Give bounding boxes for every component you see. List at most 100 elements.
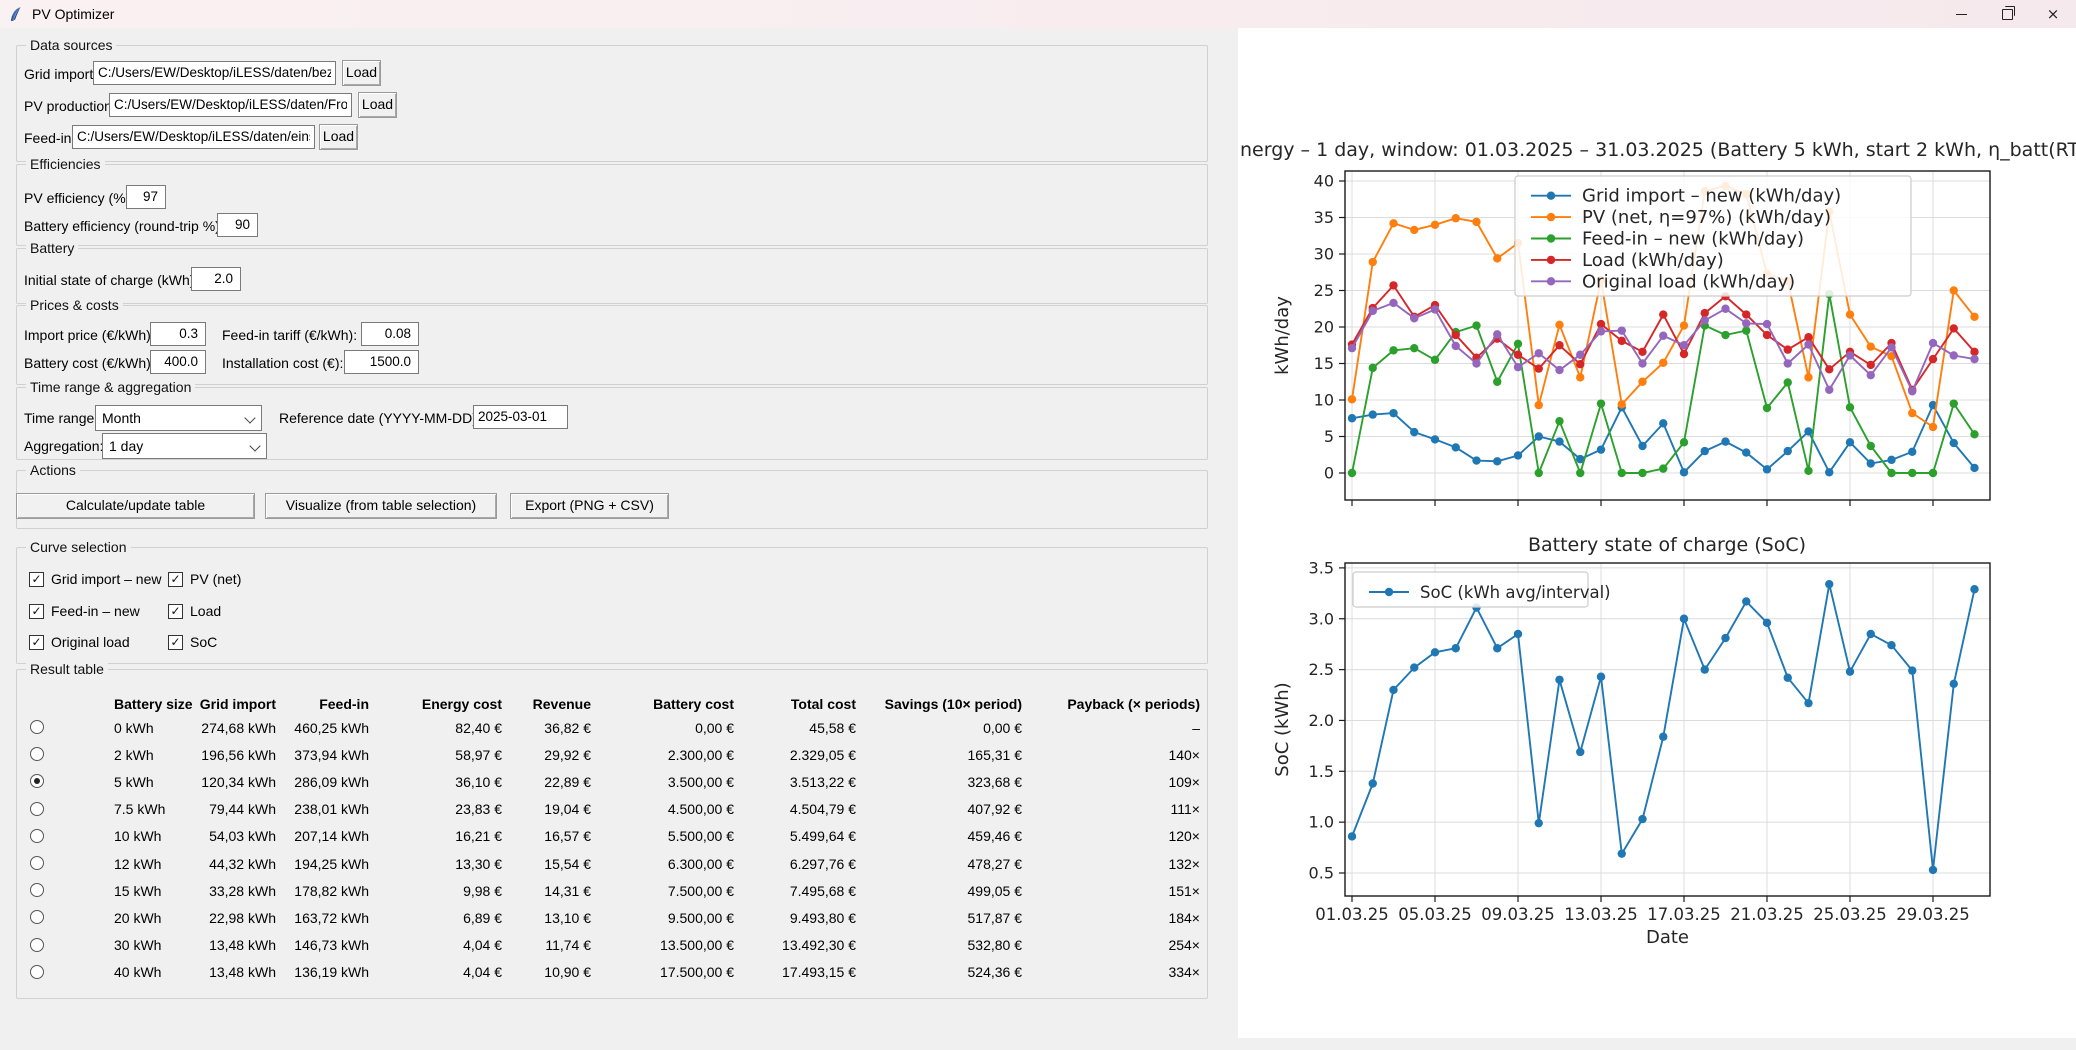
cell-energy_cost: 23,83 € (455, 801, 502, 817)
cell-grid_import: 196,56 kWh (201, 747, 276, 763)
group-label: Prices & costs (26, 297, 123, 313)
app-feather-icon (8, 6, 24, 22)
import-price-input[interactable] (150, 322, 206, 346)
grid-import-path-input[interactable] (93, 61, 336, 85)
cell-total_cost: 9.493,80 € (790, 910, 856, 926)
table-row-40-kWh[interactable]: 40 kWh13,48 kWh136,19 kWh4,04 €10,90 €17… (20, 959, 1200, 986)
cell-battery_size: 7.5 kWh (114, 801, 165, 817)
cell-savings: 517,87 € (968, 910, 1023, 926)
visualize-button[interactable]: Visualize (from table selection) (265, 493, 497, 519)
grid-import-load-button[interactable]: Load (342, 60, 381, 86)
group-label: Battery (26, 240, 78, 256)
checkbox-icon: ✓ (168, 604, 183, 619)
legend: SoC (kWh avg/interval) (1353, 572, 1611, 607)
curve-checkbox-load[interactable]: ✓Load (168, 603, 221, 619)
close-button[interactable]: × (2030, 0, 2076, 28)
battery-efficiency-input[interactable] (217, 213, 258, 237)
cell-battery_cost: 9.500,00 € (668, 910, 734, 926)
radio-icon[interactable] (30, 802, 44, 816)
radio-icon[interactable] (30, 829, 44, 843)
table-row-20-kWh[interactable]: 20 kWh22,98 kWh163,72 kWh6,89 €13,10 €9.… (20, 904, 1200, 931)
cell-payback: 334× (1168, 964, 1200, 980)
cell-feed_in: 286,09 kWh (294, 774, 369, 790)
feed-in-path-input[interactable] (72, 125, 315, 149)
x-axis-label: Date (1646, 927, 1689, 948)
x-tick-label: 29.03.25 (1896, 905, 1969, 924)
export-button[interactable]: Export (PNG + CSV) (510, 493, 669, 519)
initial-soc-input[interactable] (191, 267, 241, 291)
time-range-select[interactable]: Month (95, 405, 262, 431)
cell-feed_in: 163,72 kWh (294, 910, 369, 926)
y-tick-label: 2.5 (1309, 660, 1334, 679)
cell-energy_cost: 16,21 € (455, 828, 502, 844)
table-row-7.5-kWh[interactable]: 7.5 kWh79,44 kWh238,01 kWh23,83 €19,04 €… (20, 796, 1200, 823)
column-header: Revenue (533, 696, 591, 712)
checkbox-label: Original load (51, 634, 130, 650)
cell-grid_import: 13,48 kWh (209, 937, 276, 953)
checkbox-icon: ✓ (29, 604, 44, 619)
curve-checkbox-original-load[interactable]: ✓Original load (29, 634, 130, 650)
radio-icon[interactable] (30, 883, 44, 897)
checkbox-label: PV (net) (190, 571, 241, 587)
cell-revenue: 15,54 € (544, 856, 591, 872)
cell-total_cost: 3.513,22 € (790, 774, 856, 790)
pv-efficiency-input[interactable] (126, 185, 166, 209)
column-header: Battery size (114, 696, 193, 712)
group-label: Curve selection (26, 539, 131, 555)
table-row-12-kWh[interactable]: 12 kWh44,32 kWh194,25 kWh13,30 €15,54 €6… (20, 850, 1200, 877)
cell-battery_size: 10 kWh (114, 828, 161, 844)
installation-cost-input[interactable] (344, 350, 419, 374)
radio-icon[interactable] (30, 747, 44, 761)
feed-in-load-button[interactable]: Load (319, 124, 358, 150)
radio-icon[interactable] (30, 910, 44, 924)
curve-checkbox-grid-import-new[interactable]: ✓Grid import – new (29, 571, 161, 587)
group-label: Data sources (26, 37, 116, 53)
y-tick-label: 40 (1314, 172, 1334, 191)
curve-checkbox-soc[interactable]: ✓SoC (168, 634, 217, 650)
table-row-5-kWh[interactable]: 5 kWh120,34 kWh286,09 kWh36,10 €22,89 €3… (20, 768, 1200, 795)
cell-energy_cost: 36,10 € (455, 774, 502, 790)
series-soc-kwh-avg-interval- (1348, 580, 1979, 874)
curve-checkbox-feed-in-new[interactable]: ✓ Feed-in – new (29, 603, 140, 619)
table-row-30-kWh[interactable]: 30 kWh13,48 kWh146,73 kWh4,04 €11,74 €13… (20, 932, 1200, 959)
reference-date-input[interactable] (473, 405, 568, 429)
table-row-10-kWh[interactable]: 10 kWh54,03 kWh207,14 kWh16,21 €16,57 €5… (20, 823, 1200, 850)
cell-revenue: 29,92 € (544, 747, 591, 763)
checkbox-label: Feed-in – new (51, 603, 140, 619)
group-label: Efficiencies (26, 156, 105, 172)
radio-icon[interactable] (30, 856, 44, 870)
feedin-tariff-input[interactable] (361, 322, 419, 346)
y-tick-label: 3.0 (1309, 609, 1334, 628)
radio-icon[interactable] (30, 720, 44, 734)
calculate-update-table-button[interactable]: Calculate/update table (16, 493, 255, 519)
cell-battery_size: 40 kWh (114, 964, 161, 980)
cell-savings: 323,68 € (968, 774, 1023, 790)
table-row-0-kWh[interactable]: 0 kWh274,68 kWh460,25 kWh82,40 €36,82 €0… (20, 714, 1200, 741)
curve-checkbox-pv-net-[interactable]: ✓PV (net) (168, 571, 241, 587)
battery-cost-input[interactable] (150, 350, 206, 374)
table-row-2-kWh[interactable]: 2 kWh196,56 kWh373,94 kWh58,97 €29,92 €2… (20, 741, 1200, 768)
chart-title: Battery state of charge (SoC) (1528, 534, 1806, 556)
y-tick-label: 30 (1314, 245, 1334, 264)
table-row-15-kWh[interactable]: 15 kWh33,28 kWh178,82 kWh9,98 €14,31 €7.… (20, 877, 1200, 904)
radio-selected-icon[interactable] (30, 774, 44, 788)
cell-total_cost: 4.504,79 € (790, 801, 856, 817)
radio-icon[interactable] (30, 938, 44, 952)
cell-grid_import: 22,98 kWh (209, 910, 276, 926)
cell-battery_cost: 17.500,00 € (660, 964, 734, 980)
cell-savings: 0,00 € (983, 720, 1022, 736)
cell-battery_size: 2 kWh (114, 747, 154, 763)
restore-button[interactable] (1984, 0, 2030, 28)
feedin-tariff-label: Feed-in tariff (€/kWh): (222, 327, 357, 343)
cell-battery_size: 0 kWh (114, 720, 154, 736)
cell-grid_import: 44,32 kWh (209, 856, 276, 872)
cell-feed_in: 207,14 kWh (294, 828, 369, 844)
pv-production-load-button[interactable]: Load (358, 92, 397, 118)
radio-icon[interactable] (30, 965, 44, 979)
cell-total_cost: 13.492,30 € (782, 937, 856, 953)
time-range-value: Month (102, 410, 141, 426)
minimize-button[interactable] (1938, 0, 1984, 28)
group-label: Result table (26, 661, 108, 677)
pv-production-path-input[interactable] (109, 93, 352, 117)
aggregation-select[interactable]: 1 day (102, 433, 267, 459)
